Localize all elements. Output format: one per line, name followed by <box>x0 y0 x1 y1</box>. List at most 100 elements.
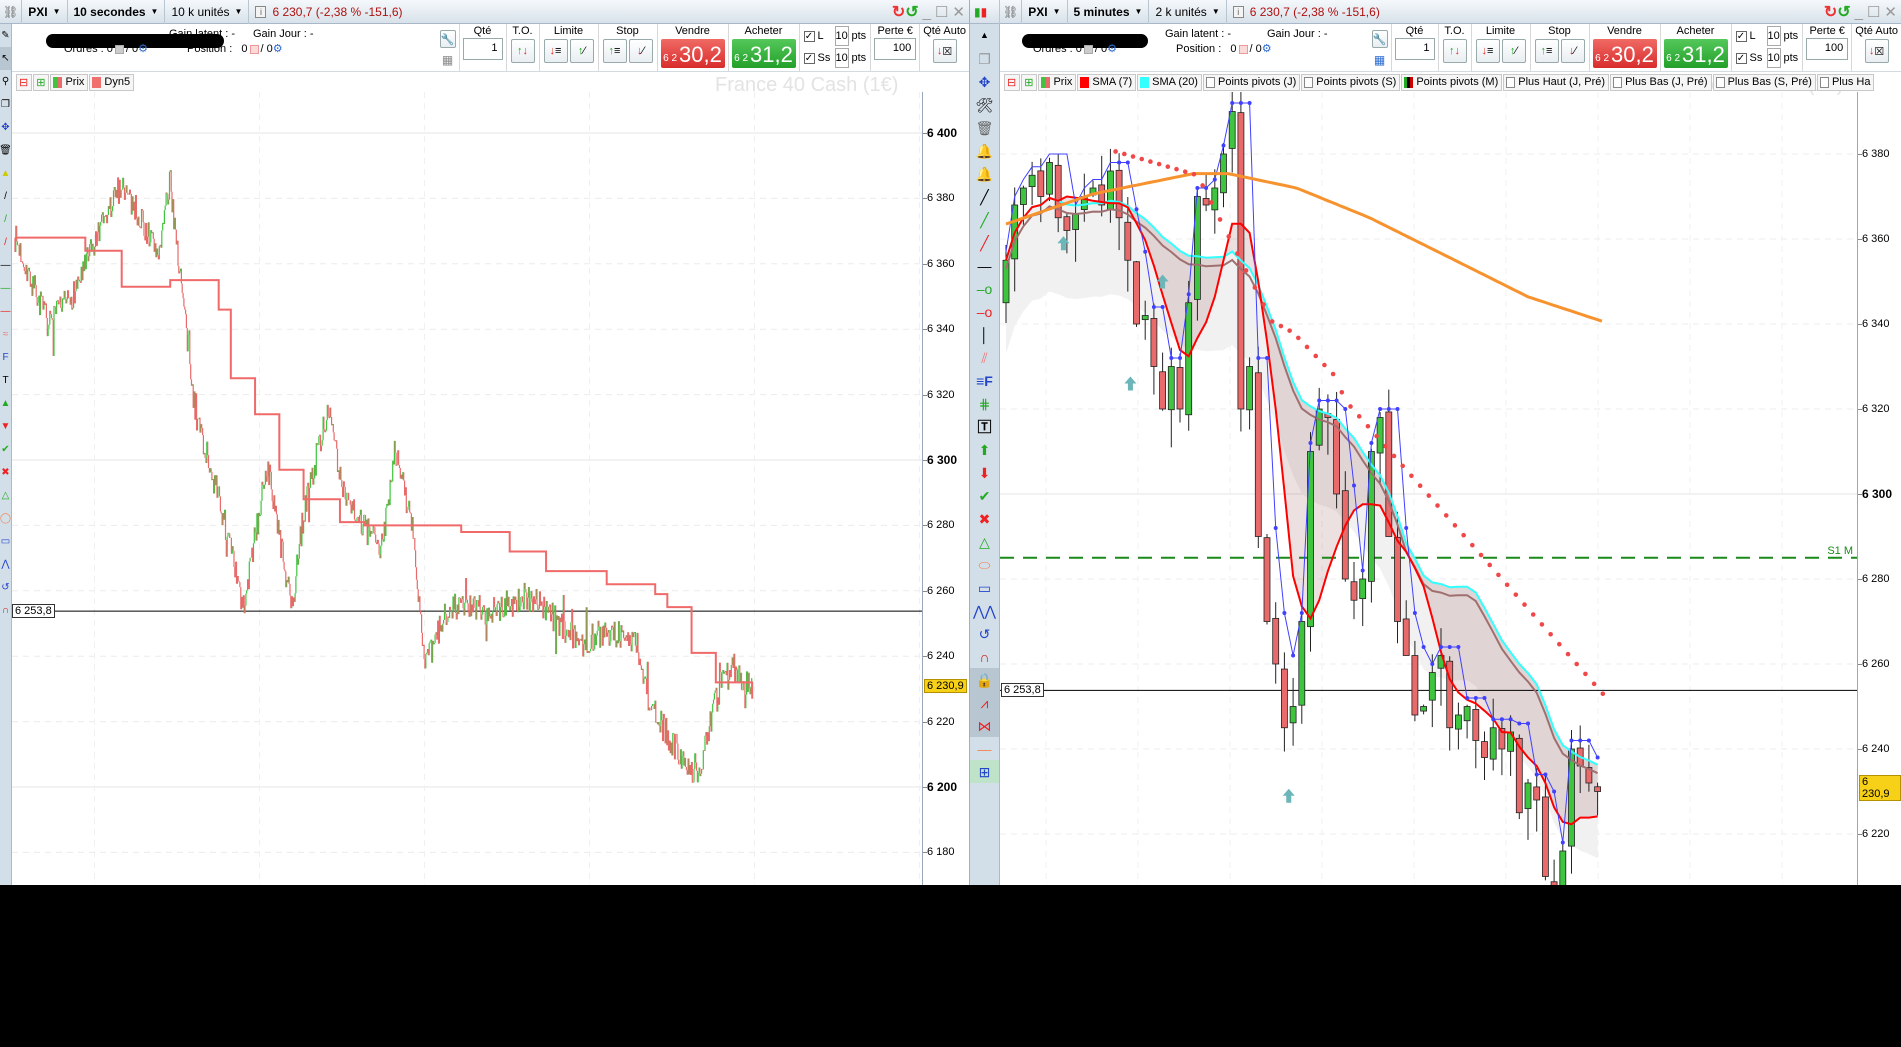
check-icon[interactable]: ✔ <box>0 438 11 461</box>
gear-icon[interactable]: ⚙ <box>1262 43 1272 55</box>
limit-pts-input[interactable]: 10 <box>834 26 849 46</box>
line-black-icon[interactable]: ╱ <box>970 185 999 208</box>
gear-icon[interactable]: ⚙ <box>273 43 283 55</box>
limit-sell-button[interactable]: ↓ ≡ <box>1475 39 1500 63</box>
hide-icon[interactable]: ⊟ <box>16 73 33 91</box>
timeframe-dropdown[interactable]: 10 secondes ▼ <box>68 0 166 24</box>
maximize-icon[interactable]: ☐ <box>935 3 948 21</box>
keypad-icon[interactable]: ▦ <box>1374 53 1385 67</box>
cancel-orders-icon[interactable] <box>114 44 124 54</box>
hide-icon[interactable]: ⊟ <box>1004 73 1021 91</box>
quantity-input[interactable]: 1 <box>462 38 503 60</box>
legend-item[interactable]: Plus Bas (S, Pré) <box>1712 73 1816 91</box>
stop-sell-button[interactable]: ↑ ≡ <box>1534 39 1559 63</box>
pencil-icon[interactable]: ✎ <box>0 24 11 47</box>
legend-item[interactable]: SMA (7) <box>1077 73 1137 91</box>
limit-checkbox[interactable]: ✓ <box>1735 30 1747 42</box>
magnet-icon[interactable]: ∩ <box>970 645 999 668</box>
limit-buy-button[interactable]: ↑ ⁄ <box>1501 39 1526 63</box>
sell-button[interactable]: 6 2 30,2 <box>1592 39 1657 68</box>
quantity-input[interactable]: 1 <box>1394 38 1435 60</box>
fibonacci-icon[interactable]: ≡F <box>970 369 999 392</box>
stop-buy-button[interactable]: ↓ ⁄ <box>628 39 653 63</box>
minimize-icon[interactable]: _ <box>923 4 931 21</box>
fibonacci-icon[interactable]: F <box>0 346 11 369</box>
keypad-icon[interactable]: ▦ <box>442 53 453 67</box>
legend-item[interactable]: Plus Haut (J, Pré) <box>1503 73 1610 91</box>
move-icon[interactable]: ✥ <box>970 70 999 93</box>
info-icon[interactable]: i <box>255 5 267 18</box>
auto-qty-button[interactable]: ↓ ☒ <box>1864 39 1889 63</box>
hline-green-icon[interactable]: — <box>0 277 11 300</box>
units-dropdown[interactable]: 10 k unités ▼ <box>165 0 250 24</box>
line-black-icon[interactable]: / <box>0 185 11 208</box>
gear-icon[interactable]: ⚙ <box>138 43 148 55</box>
price-axis[interactable]: 6 380 6 360 6 340 6 320 6 300 6 280 6 260 6 240… <box>1857 92 1901 885</box>
legend-item[interactable]: Plus Ha <box>1816 73 1875 91</box>
stop-buy-button[interactable]: ↓ ⁄ <box>1560 39 1585 63</box>
price-chart-10s[interactable] <box>12 92 922 885</box>
to-order-button[interactable]: ↑ ↓ <box>1442 39 1467 63</box>
stop-sell-button[interactable]: ↑ ≡ <box>602 39 627 63</box>
refresh-icon[interactable]: ↻↺ <box>892 2 919 22</box>
legend-item-dyn5[interactable]: Dyn5 <box>89 73 135 91</box>
legend-checkbox[interactable] <box>1304 76 1314 88</box>
legend-item[interactable]: Points pivots (M) <box>1401 73 1503 91</box>
arrow-down-icon[interactable]: ⬇ <box>970 461 999 484</box>
hline-black-icon[interactable]: — <box>0 254 11 277</box>
zigzag-icon[interactable]: ⩘ <box>970 691 999 714</box>
timeframe-dropdown[interactable]: 5 minutes ▼ <box>1068 0 1150 24</box>
cursor-icon[interactable]: ↖ <box>0 47 11 70</box>
wrench-icon[interactable]: 🔧 <box>439 30 456 48</box>
wedge-icon[interactable]: ⋈ <box>970 714 999 737</box>
show-icon[interactable]: ⊞ <box>1021 73 1038 91</box>
rectangle-icon[interactable]: ▭ <box>0 530 11 553</box>
legend-item[interactable]: Prix <box>1038 73 1077 91</box>
line-red-icon[interactable]: / <box>0 231 11 254</box>
gear-icon[interactable]: ⚙ <box>1107 43 1117 55</box>
close-icon[interactable]: ✕ <box>1884 3 1897 21</box>
auto-qty-button[interactable]: ↓ ☒ <box>932 39 957 63</box>
undo-icon[interactable]: ↺ <box>970 622 999 645</box>
undo-icon[interactable]: ↺ <box>0 576 11 599</box>
move-icon[interactable]: ✥ <box>0 116 11 139</box>
trash-icon[interactable]: 🗑 <box>0 139 11 162</box>
line-red-icon[interactable]: ╱ <box>970 231 999 254</box>
scroll-up-icon[interactable]: ▲ <box>970 24 999 47</box>
pattern-icon[interactable]: ⋀⋀ <box>970 599 999 622</box>
alert-edit-icon[interactable]: 🔔 <box>970 139 999 162</box>
close-icon[interactable]: ✕ <box>952 3 965 21</box>
cancel-orders-icon[interactable] <box>1083 44 1093 54</box>
symbol-dropdown[interactable]: PXI ▼ <box>22 0 68 24</box>
zone-icon[interactable]: ⊞ <box>970 760 999 783</box>
symbol-dropdown[interactable]: PXI ▼ <box>1022 0 1068 24</box>
minimize-icon[interactable]: _ <box>1855 4 1863 21</box>
legend-item[interactable]: Points pivots (J) <box>1202 73 1301 91</box>
copy-icon[interactable]: ❐ <box>970 47 999 70</box>
channel-icon[interactable]: ⫽ <box>970 346 999 369</box>
line-green-icon[interactable]: / <box>0 208 11 231</box>
legend-checkbox[interactable] <box>1205 76 1215 88</box>
legend-checkbox[interactable] <box>1715 76 1725 88</box>
ellipse-icon[interactable]: ⬭ <box>970 553 999 576</box>
stop-checkbox[interactable]: ✓ <box>1735 52 1747 64</box>
wrench-icon[interactable]: 🔧 <box>1371 30 1388 48</box>
stop-pts-input[interactable]: 10 <box>834 48 849 68</box>
hline-red-icon[interactable]: — <box>0 300 11 323</box>
loss-input[interactable]: 100 <box>874 38 917 60</box>
cross-icon[interactable]: ✖ <box>0 461 11 484</box>
hray-green-icon[interactable]: –o <box>970 277 999 300</box>
close-position-icon[interactable] <box>249 44 259 54</box>
stop-checkbox[interactable]: ✓ <box>803 52 815 64</box>
legend-item[interactable]: Points pivots (S) <box>1301 73 1401 91</box>
arrow-down-icon[interactable]: ▼ <box>0 415 11 438</box>
stop-pts-input[interactable]: 10 <box>1766 48 1781 68</box>
alert-icon[interactable]: 🔔 <box>970 162 999 185</box>
line-green-icon[interactable]: ╱ <box>970 208 999 231</box>
limit-checkbox[interactable]: ✓ <box>803 30 815 42</box>
arrow-up-icon[interactable]: ▲ <box>0 392 11 415</box>
info-icon[interactable]: i <box>1232 5 1244 18</box>
legend-item-prix[interactable]: Prix <box>50 73 89 91</box>
to-order-button[interactable]: ↑ ↓ <box>510 39 535 63</box>
copy-icon[interactable]: ❐ <box>0 93 11 116</box>
